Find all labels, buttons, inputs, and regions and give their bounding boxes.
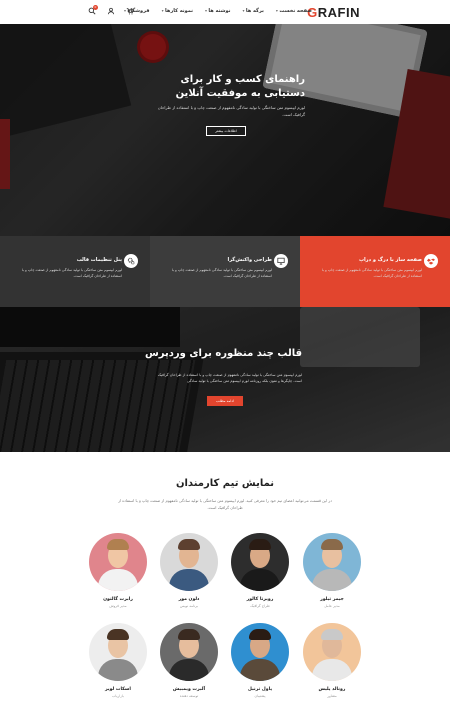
team-member-card[interactable]: رابرت گالتون مدیر فروش bbox=[88, 533, 148, 608]
hero-more-button[interactable]: اطلاعات بیشتر bbox=[206, 126, 246, 136]
team-member-name: روبرتا کالور bbox=[246, 597, 274, 602]
main-nav: صفحه نخست برگه ها نوشته ها نمونه کارها ف… bbox=[124, 8, 312, 14]
feature-text: لورم ایپسوم متن ساختگی با تولید سادگی نا… bbox=[21, 268, 122, 278]
member-shirt bbox=[169, 659, 209, 681]
team-title: نمایش تیم کارمندان bbox=[175, 478, 275, 489]
member-shirt bbox=[312, 659, 352, 681]
member-hair bbox=[321, 539, 343, 550]
nav-item-portfolio[interactable]: نمونه کارها bbox=[162, 8, 193, 14]
banner-title: قالب چند منظوره برای وردپرس bbox=[144, 348, 302, 359]
feature-box-settings: پنل تنظیمات قالب لورم ایپسوم متن ساختگی … bbox=[0, 236, 150, 307]
team-member-role: پشتیبان bbox=[254, 694, 266, 698]
feature-title: طراحی واکنش‌گرا bbox=[227, 257, 272, 263]
member-hair bbox=[107, 629, 129, 640]
member-shirt bbox=[169, 569, 209, 591]
hero-title-line1: راهنمای کسب و کار برای bbox=[180, 74, 305, 85]
team-member-photo bbox=[160, 623, 218, 681]
team-member-photo bbox=[231, 533, 289, 591]
feature-box-drag-drop: صفحه ساز با درگ و دراپ لورم ایپسوم متن س… bbox=[300, 236, 450, 307]
member-hair bbox=[107, 539, 129, 550]
team-member-photo bbox=[231, 623, 289, 681]
team-member-name: دلون مور bbox=[178, 597, 200, 602]
team-member-photo bbox=[160, 533, 218, 591]
feature-text: لورم ایپسوم متن ساختگی با تولید سادگی نا… bbox=[321, 268, 422, 278]
team-member-role: مشاور bbox=[327, 694, 337, 698]
monitor-icon bbox=[274, 254, 288, 268]
hero-title-line2: دستیابی به موفقیت آنلاین bbox=[175, 88, 305, 99]
banner-text: لورم ایپسوم متن ساختگی با تولید سادگی نا… bbox=[157, 373, 302, 383]
team-member-role: بازاریاب bbox=[112, 694, 124, 698]
team-member-photo bbox=[303, 623, 361, 681]
member-shirt bbox=[240, 659, 280, 681]
team-member-name: رابرت گالتون bbox=[103, 597, 133, 602]
team-member-role: مدیر فروش bbox=[109, 604, 127, 608]
feature-text: لورم ایپسوم متن ساختگی با تولید سادگی نا… bbox=[171, 268, 272, 278]
site-logo[interactable]: GRAFIN bbox=[307, 5, 360, 20]
team-member-role: طراح گرافیک bbox=[250, 604, 270, 608]
logo-text: RAFIN bbox=[317, 5, 360, 20]
team-member-photo bbox=[303, 533, 361, 591]
feature-title: پنل تنظیمات قالب bbox=[76, 257, 122, 263]
member-shirt bbox=[240, 569, 280, 591]
team-member-name: رونالد پلیس bbox=[318, 687, 346, 692]
team-member-card[interactable]: آلبرت ویمبیش توسعه دهنده bbox=[159, 623, 219, 698]
team-member-card[interactable]: رونالد پلیس مشاور bbox=[302, 623, 362, 698]
member-shirt bbox=[98, 569, 138, 591]
team-member-photo bbox=[89, 533, 147, 591]
site-header: GRAFIN صفحه نخست برگه ها نوشته ها نمونه … bbox=[0, 0, 450, 24]
user-icon[interactable] bbox=[107, 7, 115, 15]
feature-box-responsive: طراحی واکنش‌گرا لورم ایپسوم متن ساختگی ب… bbox=[150, 236, 300, 307]
team-member-name: پاول ترنبل bbox=[247, 687, 273, 692]
hero-text: لورم ایپسوم متن ساختگی با تولید سادگی نا… bbox=[157, 105, 305, 117]
member-hair bbox=[249, 539, 271, 550]
member-hair bbox=[178, 629, 200, 640]
nav-item-posts[interactable]: نوشته ها bbox=[205, 8, 230, 14]
team-member-card[interactable]: روبرتا کالور طراح گرافیک bbox=[230, 533, 290, 608]
cart-count-badge: 0 bbox=[93, 5, 98, 10]
nav-item-pages[interactable]: برگه ها bbox=[243, 8, 264, 14]
feature-title: صفحه ساز با درگ و دراپ bbox=[358, 257, 422, 263]
gears-icon bbox=[124, 254, 138, 268]
team-member-card[interactable]: جیمز تیلور مدیر عامل bbox=[302, 533, 362, 608]
team-member-card[interactable]: دلون مور برنامه نویس bbox=[159, 533, 219, 608]
member-shirt bbox=[98, 659, 138, 681]
team-member-role: برنامه نویس bbox=[179, 604, 199, 608]
team-member-name: آلبرت ویمبیش bbox=[172, 687, 206, 692]
member-shirt bbox=[312, 569, 352, 591]
member-hair bbox=[321, 629, 343, 640]
member-hair bbox=[178, 539, 200, 550]
dropbox-icon bbox=[424, 254, 438, 268]
team-text: در این قسمت می‌توانید اعضای تیم خود را م… bbox=[118, 498, 332, 510]
team-member-photo bbox=[89, 623, 147, 681]
banner-read-more-button[interactable]: ادامه مطلب bbox=[207, 396, 243, 406]
team-member-name: جیمز تیلور bbox=[320, 597, 344, 602]
team-member-role: توسعه دهنده bbox=[179, 694, 199, 698]
team-member-name: اسکات لویز bbox=[105, 687, 131, 692]
hero-title: راهنمای کسب و کار برای دستیابی به موفقیت … bbox=[145, 73, 305, 101]
cart-icon[interactable] bbox=[126, 7, 134, 15]
member-hair bbox=[249, 629, 271, 640]
team-member-role: مدیر عامل bbox=[324, 604, 340, 608]
team-member-card[interactable]: اسکات لویز بازاریاب bbox=[88, 623, 148, 698]
nav-item-home[interactable]: صفحه نخست bbox=[276, 8, 312, 14]
team-member-card[interactable]: پاول ترنبل پشتیبان bbox=[230, 623, 290, 698]
